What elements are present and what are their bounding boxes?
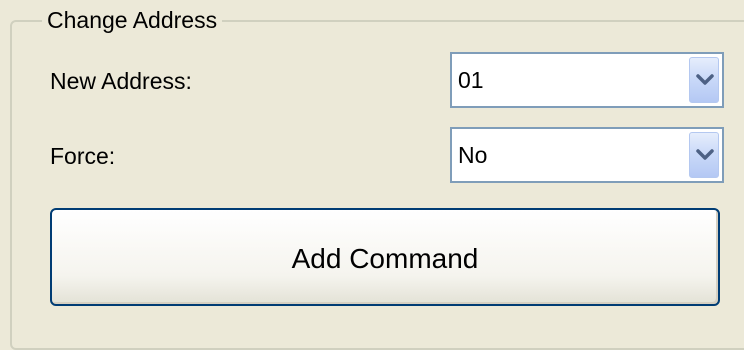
chevron-down-icon	[696, 74, 714, 85]
new-address-label: New Address:	[50, 68, 192, 94]
force-dropdown-button[interactable]	[689, 132, 719, 178]
force-label: Force:	[50, 143, 116, 169]
new-address-select[interactable]: 01	[450, 52, 724, 108]
new-address-dropdown-button[interactable]	[689, 57, 719, 103]
force-select[interactable]: No	[450, 127, 724, 183]
add-command-label: Add Command	[291, 243, 479, 274]
force-value: No	[458, 142, 488, 168]
group-title: Change Address	[42, 6, 223, 34]
add-command-button[interactable]: Add Command	[50, 208, 720, 306]
new-address-value: 01	[458, 67, 484, 93]
chevron-down-icon	[696, 149, 714, 160]
